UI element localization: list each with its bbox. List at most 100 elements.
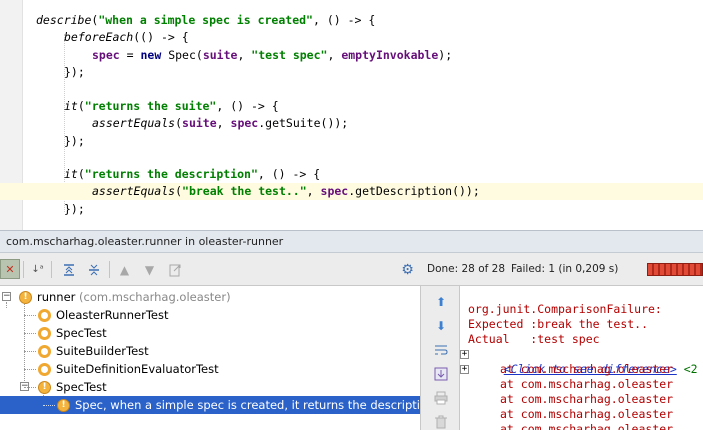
tree-node[interactable]: −! SpecTest bbox=[0, 378, 420, 396]
stack-trace-line[interactable]: at com.mscharhag.oleaster bbox=[500, 407, 673, 422]
code-line[interactable]: describe("when a simple spec is created"… bbox=[0, 12, 703, 29]
stack-trace-line[interactable]: at com.mscharhag.oleaster bbox=[500, 392, 673, 407]
code-token: ); bbox=[438, 48, 453, 62]
code-token: , bbox=[327, 48, 342, 62]
tree-line bbox=[24, 315, 36, 316]
tree-node[interactable]: −! runner (com.mscharhag.oleaster) bbox=[0, 288, 420, 306]
code-line[interactable]: }); bbox=[0, 133, 703, 150]
code-token: , bbox=[306, 184, 321, 198]
code-line[interactable]: assertEquals("break the test..", spec.ge… bbox=[0, 183, 703, 200]
code-line[interactable]: spec = new Spec(suite, "test spec", empt… bbox=[0, 47, 703, 64]
tree-node-label: runner (com.mscharhag.oleaster) bbox=[37, 288, 231, 306]
tree-node-name: SpecTest bbox=[56, 326, 107, 340]
code-token: "break the test.." bbox=[182, 184, 307, 198]
tree-node[interactable]: SuiteBuilderTest bbox=[0, 342, 420, 360]
expand-all-icon[interactable] bbox=[60, 261, 77, 278]
code-token: , bbox=[216, 116, 231, 130]
expand-toggle-icon[interactable]: + bbox=[460, 365, 469, 374]
tree-line bbox=[24, 351, 36, 352]
run-tool-window-header: com.mscharhag.oleaster.runner in oleaste… bbox=[0, 230, 703, 253]
code-token: "returns the suite" bbox=[84, 99, 217, 113]
code-line[interactable]: it("returns the suite", () -> { bbox=[0, 98, 703, 115]
stack-trace-line[interactable]: at com.mscharhag.oleaster bbox=[500, 377, 673, 392]
tree-node[interactable]: ! Spec, when a simple spec is created, it… bbox=[0, 396, 420, 414]
code-token: ( bbox=[77, 99, 85, 113]
sort-alpha-icon[interactable]: ↓ᵃ bbox=[29, 261, 46, 278]
scroll-to-end-icon[interactable] bbox=[433, 366, 449, 382]
actual-line: Actual :test spec bbox=[468, 332, 600, 346]
code-token: = bbox=[119, 48, 141, 62]
collapse-all-icon[interactable] bbox=[85, 261, 102, 278]
test-output-console[interactable]: org.junit.ComparisonFailure: Expected :b… bbox=[460, 286, 703, 430]
tree-line bbox=[24, 387, 36, 388]
tree-node-label: SuiteDefinitionEvaluatorTest bbox=[56, 360, 219, 378]
test-progress-bar bbox=[647, 263, 703, 276]
tree-node-name: SuiteDefinitionEvaluatorTest bbox=[56, 362, 219, 376]
clear-all-icon[interactable] bbox=[433, 414, 449, 430]
test-failed-icon: ! bbox=[38, 381, 51, 394]
test-ignored-icon bbox=[38, 363, 51, 376]
code-token: new bbox=[140, 48, 169, 62]
tree-node-label: Spec, when a simple spec is created, it … bbox=[75, 396, 420, 414]
code-token: assertEquals bbox=[92, 116, 176, 130]
code-token: emptyInvokable bbox=[341, 48, 439, 62]
diff-tail-text: <2 bbox=[676, 362, 698, 376]
tool-window-title: com.mscharhag.oleaster.runner in oleaste… bbox=[6, 235, 284, 248]
code-line-text: spec = new Spec(suite, "test spec", empt… bbox=[92, 47, 452, 64]
stack-trace-line[interactable]: at com.mscharhag.oleaster bbox=[500, 362, 673, 377]
expand-toggle-icon[interactable]: + bbox=[460, 350, 469, 359]
code-token: }); bbox=[64, 202, 85, 216]
tree-node-name: SpecTest bbox=[56, 380, 107, 394]
collapse-toggle-icon[interactable]: − bbox=[2, 292, 11, 301]
code-token: Spec( bbox=[168, 48, 203, 62]
test-ignored-icon bbox=[38, 309, 51, 322]
console-side-toolbar: ⬆ ⬇ bbox=[420, 286, 460, 430]
code-line[interactable]: beforeEach(() -> { bbox=[0, 29, 703, 46]
code-token: it bbox=[64, 167, 78, 181]
code-line[interactable]: }); bbox=[0, 201, 703, 218]
down-stack-icon[interactable]: ⬇ bbox=[433, 318, 449, 334]
code-line-text: describe("when a simple spec is created"… bbox=[36, 12, 375, 29]
settings-icon[interactable]: ⚙ bbox=[399, 261, 416, 278]
print-icon[interactable] bbox=[433, 390, 449, 406]
tree-node[interactable]: SuiteDefinitionEvaluatorTest bbox=[0, 360, 420, 378]
stack-trace-line[interactable]: at com.mscharhag.oleaster bbox=[500, 422, 673, 430]
tree-node-package: (com.mscharhag.oleaster) bbox=[75, 290, 231, 304]
code-token: ( bbox=[175, 184, 183, 198]
test-runner-toolbar: ✕ ↓ᵃ ▲ ▼ ⚙ Done: 28 of 28 Failed: 1 (in … bbox=[0, 253, 703, 286]
previous-failed-icon[interactable]: ▲ bbox=[116, 261, 133, 278]
export-icon[interactable] bbox=[166, 261, 183, 278]
next-failed-icon[interactable]: ▼ bbox=[141, 261, 158, 278]
code-line-text: }); bbox=[64, 133, 85, 150]
tree-line bbox=[43, 405, 55, 406]
tree-node-label: SpecTest bbox=[56, 324, 107, 342]
code-token: ( bbox=[77, 167, 85, 181]
code-token: "when a simple spec is created" bbox=[98, 13, 313, 27]
code-token: }); bbox=[64, 65, 85, 79]
code-token: "returns the description" bbox=[84, 167, 258, 181]
up-stack-icon[interactable]: ⬆ bbox=[433, 294, 449, 310]
code-editor[interactable]: describe ( "when a simple spec is created"… bbox=[0, 0, 703, 230]
test-failed-icon: ! bbox=[57, 399, 70, 412]
code-token: , bbox=[237, 48, 252, 62]
code-line[interactable]: assertEquals(suite, spec.getSuite()); bbox=[0, 115, 703, 132]
tree-node[interactable]: SpecTest bbox=[0, 324, 420, 342]
tree-node-name: OleasterRunnerTest bbox=[56, 308, 169, 322]
code-token: , () -> { bbox=[257, 167, 321, 181]
code-token: , () -> { bbox=[312, 13, 376, 27]
code-token: spec bbox=[92, 48, 120, 62]
code-line-text: it("returns the description", () -> { bbox=[64, 166, 320, 183]
soft-wrap-icon[interactable] bbox=[433, 342, 449, 358]
expected-line: Expected :break the test.. bbox=[468, 317, 649, 331]
rerun-failed-icon[interactable]: ✕ bbox=[0, 259, 20, 279]
tree-node-name: SuiteBuilderTest bbox=[56, 344, 149, 358]
tree-node[interactable]: OleasterRunnerTest bbox=[0, 306, 420, 324]
code-token: describe bbox=[36, 13, 92, 27]
code-line[interactable]: }); bbox=[0, 64, 703, 81]
tree-node-label: SuiteBuilderTest bbox=[56, 342, 149, 360]
code-token: it bbox=[64, 99, 78, 113]
tree-line bbox=[24, 333, 36, 334]
test-results-tree[interactable]: −! runner (com.mscharhag.oleaster) Oleaste… bbox=[0, 286, 420, 430]
code-line[interactable]: it("returns the description", () -> { bbox=[0, 166, 703, 183]
code-token: (() -> { bbox=[133, 30, 189, 44]
